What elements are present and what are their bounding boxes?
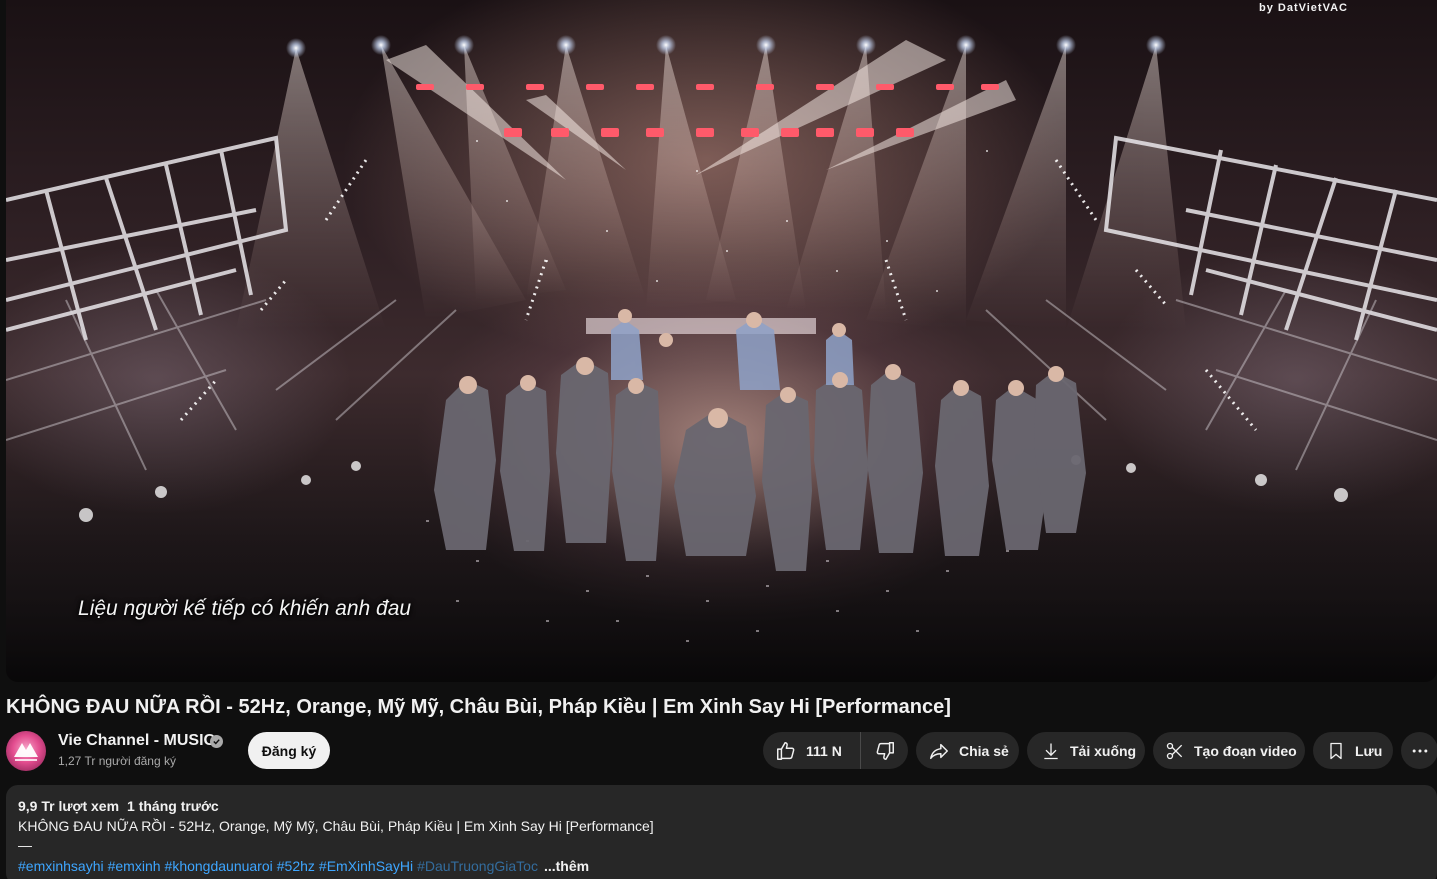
share-label: Chia sẻ — [959, 742, 1009, 759]
like-count: 111 N — [806, 742, 842, 759]
video-title: KHÔNG ĐAU NỮA RỒI - 52Hz, Orange, Mỹ Mỹ,… — [6, 696, 951, 718]
upload-age: 1 tháng trước — [127, 798, 219, 814]
description-first-line: KHÔNG ĐAU NỮA RỒI - 52Hz, Orange, Mỹ Mỹ,… — [18, 818, 654, 834]
subscriber-count: 1,27 Tr người đăng ký — [58, 754, 176, 768]
channel-avatar[interactable] — [6, 731, 46, 771]
scissors-icon — [1166, 742, 1183, 759]
bookmark-icon — [1330, 742, 1342, 759]
like-button[interactable]: 111 N — [763, 732, 861, 769]
stage-scene — [6, 35, 1437, 682]
clip-label: Tạo đoạn video — [1194, 742, 1297, 759]
hashtag-link[interactable]: #52hz — [277, 858, 315, 874]
view-count: 9,9 Tr lượt xem — [18, 798, 120, 814]
channel-name[interactable]: Vie Channel - MUSIC — [58, 732, 215, 750]
description-box[interactable]: 9,9 Tr lượt xem 1 tháng trước KHÔNG ĐAU N… — [6, 785, 1437, 879]
description-meta: 9,9 Tr lượt xem 1 tháng trước — [18, 798, 219, 814]
hashtag-link[interactable]: #khongdaunuaroi — [165, 858, 273, 874]
share-arrow-icon — [930, 743, 948, 759]
show-more-link[interactable]: ...thêm — [544, 858, 589, 874]
hashtag-link[interactable]: #emxinhsayhi — [18, 858, 104, 874]
hashtag-link[interactable]: #emxinh — [108, 858, 161, 874]
hashtag-link[interactable]: #DauTruongGiaToc — [417, 858, 538, 874]
download-icon — [1044, 743, 1058, 759]
hashtag-list: #emxinhsayhi #emxinh #khongdaunuaroi #52hz #… — [18, 858, 589, 874]
download-label: Tải xuống — [1070, 742, 1137, 759]
thumbs-down-icon — [876, 741, 894, 760]
subscribe-button[interactable]: Đăng ký — [248, 732, 330, 769]
description-dash: — — [18, 837, 32, 853]
save-label: Lưu — [1355, 742, 1383, 759]
clip-button[interactable]: Tạo đoạn video — [1153, 732, 1305, 769]
more-actions-button[interactable] — [1401, 732, 1437, 769]
video-subtitle: Liệu người kế tiếp có khiến anh đau — [78, 597, 412, 620]
thumbs-up-icon — [777, 741, 795, 760]
more-horizontal-icon — [1412, 749, 1427, 752]
verified-check-icon — [210, 735, 223, 748]
vie-logo-icon — [14, 743, 38, 761]
video-player[interactable]: by DatVietVAC Liệu người kế tiếp có khiế… — [6, 0, 1437, 682]
save-button[interactable]: Lưu — [1313, 732, 1393, 769]
hashtag-link[interactable]: #EmXinhSayHi — [319, 858, 413, 874]
like-dislike-group: 111 N — [763, 732, 908, 769]
download-button[interactable]: Tải xuống — [1027, 732, 1145, 769]
share-button[interactable]: Chia sẻ — [916, 732, 1019, 769]
dislike-button[interactable] — [861, 732, 908, 769]
channel-watermark: by DatVietVAC — [1258, 2, 1348, 14]
